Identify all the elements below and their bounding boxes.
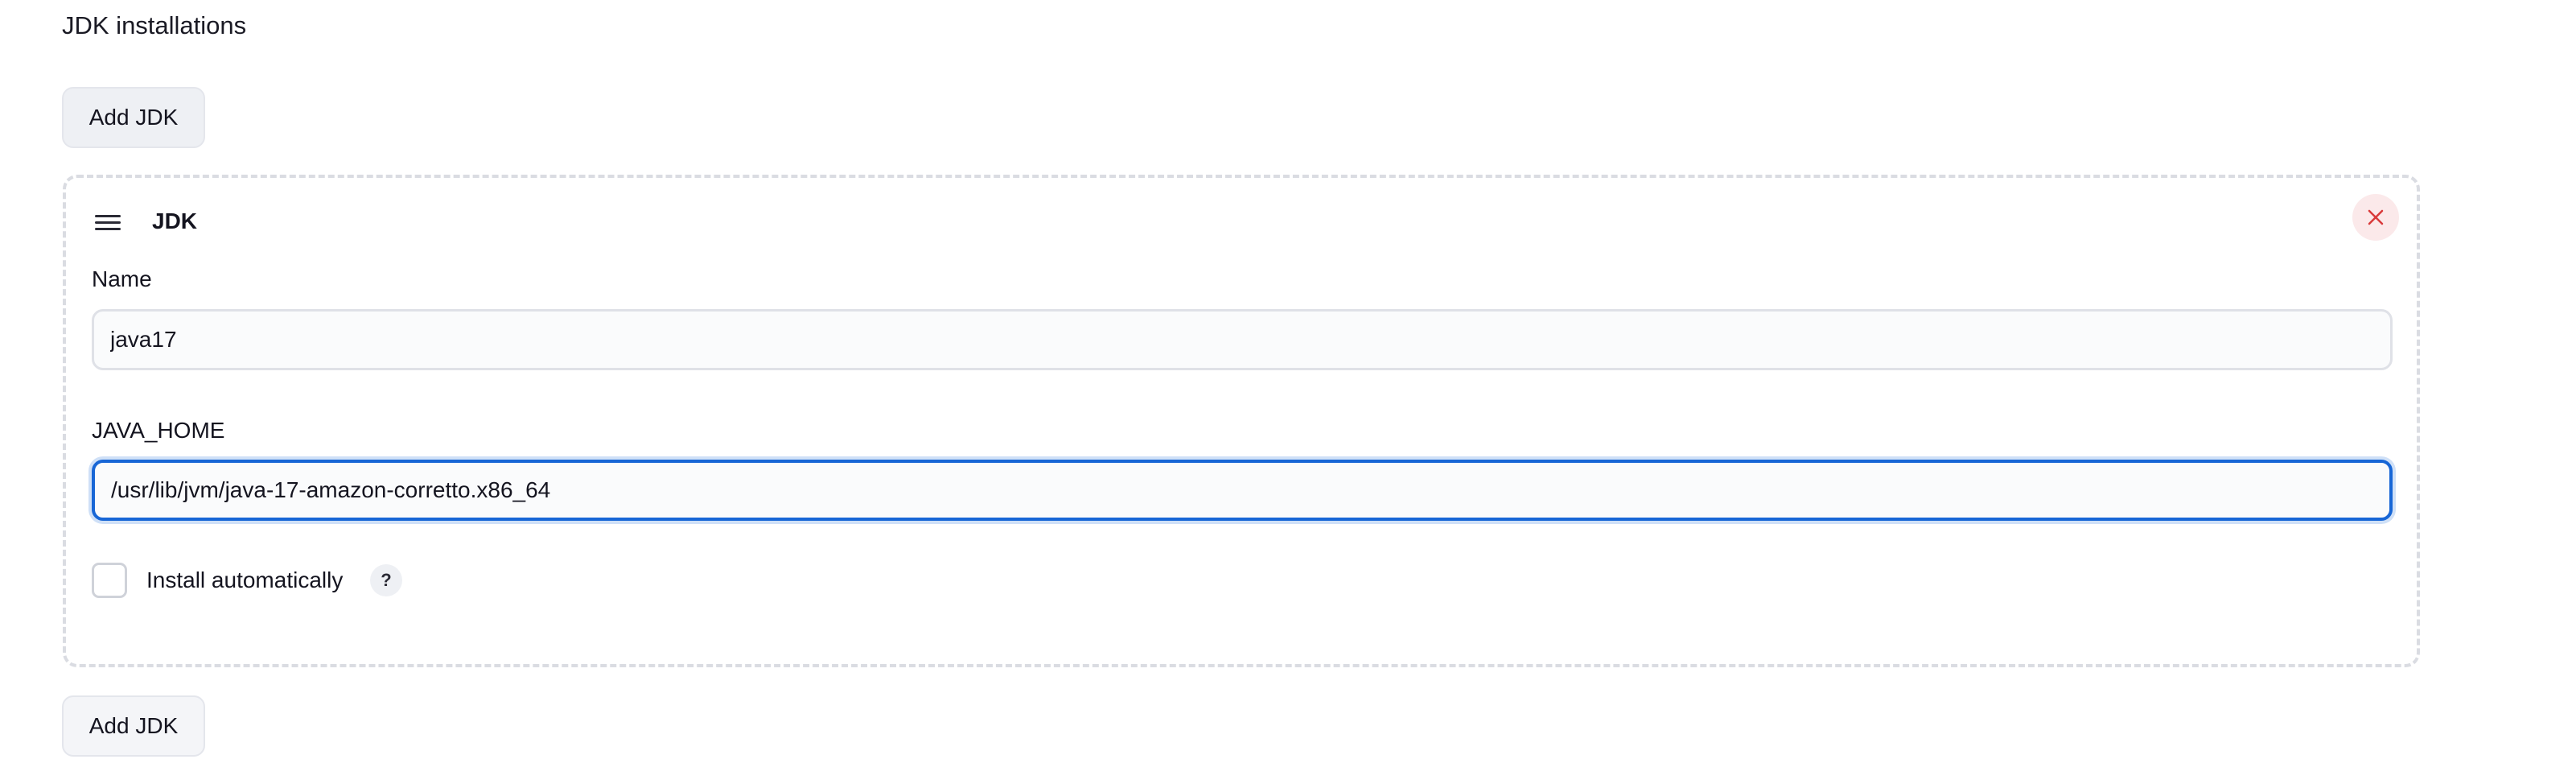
jdk-installations-page: JDK installations Add JDK JDK Name JAVA_… <box>0 0 2576 784</box>
install-automatically-label[interactable]: Install automatically <box>146 566 343 595</box>
drag-handle-icon[interactable] <box>95 215 121 234</box>
close-icon <box>2368 209 2384 225</box>
add-jdk-button-bottom[interactable]: Add JDK <box>62 695 205 757</box>
name-input[interactable] <box>92 309 2393 370</box>
install-automatically-checkbox[interactable] <box>92 563 127 598</box>
add-jdk-button-top[interactable]: Add JDK <box>62 87 205 148</box>
java-home-input[interactable] <box>92 460 2393 521</box>
java-home-label: JAVA_HOME <box>92 418 225 443</box>
section-title: JDK installations <box>62 11 247 39</box>
card-title: JDK <box>152 208 198 233</box>
delete-jdk-button[interactable] <box>2352 194 2399 241</box>
name-label: Name <box>92 266 152 291</box>
help-icon[interactable]: ? <box>370 564 402 596</box>
jdk-card: JDK Name JAVA_HOME Install automatically… <box>63 175 2420 667</box>
